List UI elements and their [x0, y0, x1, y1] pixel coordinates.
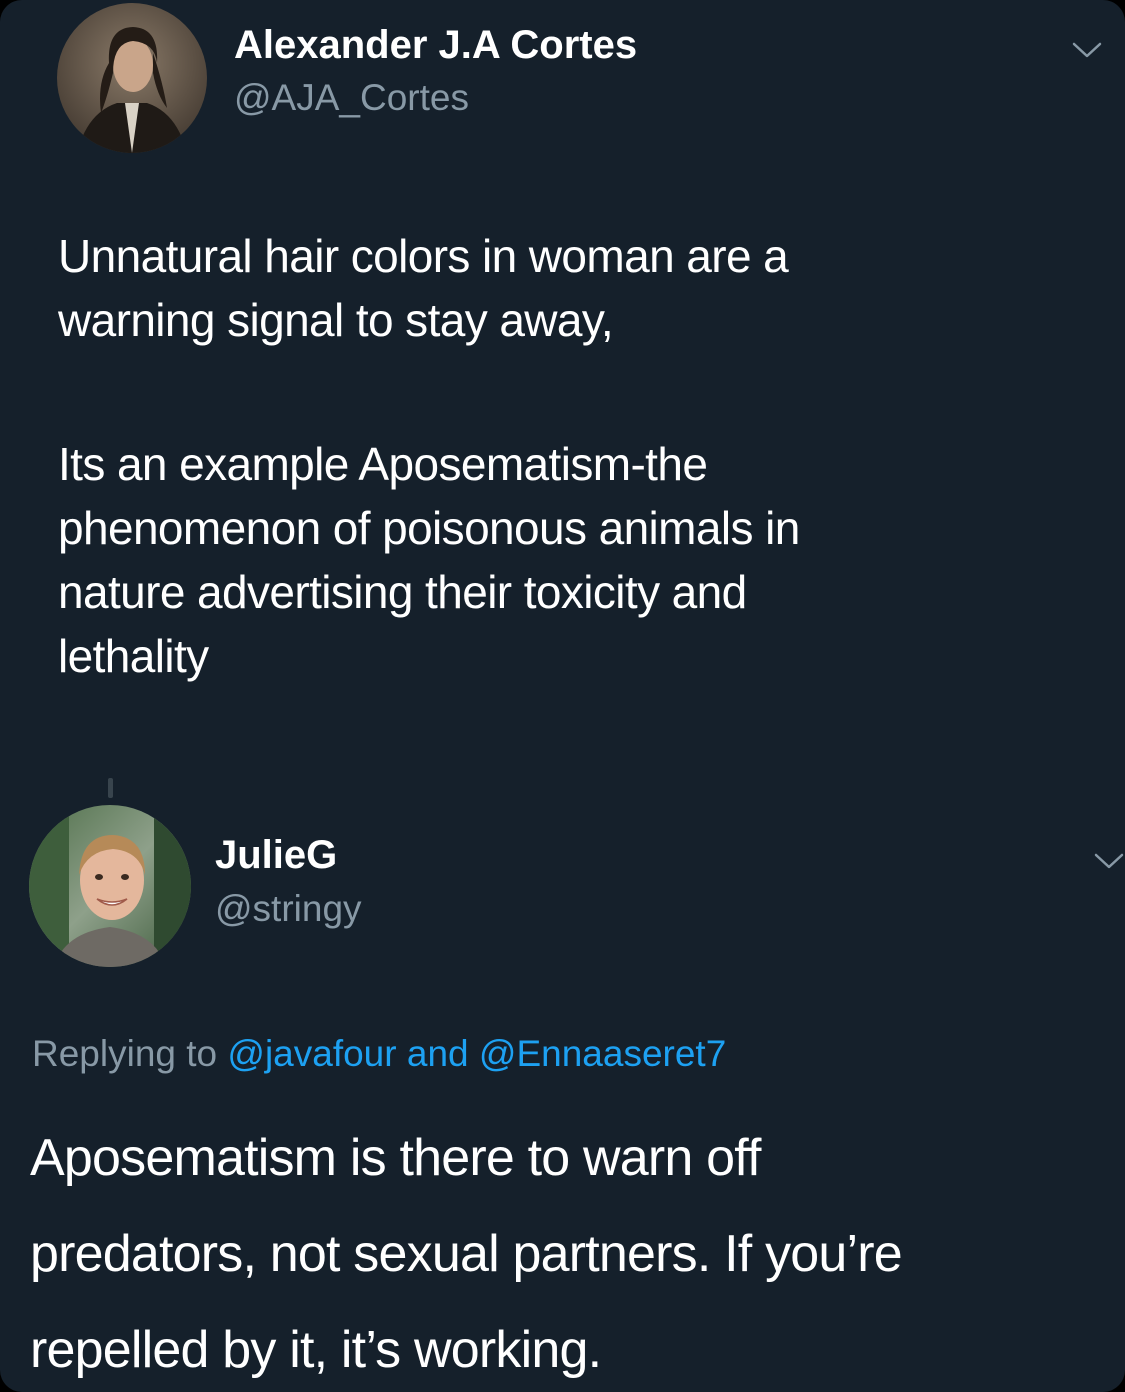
- tweet-screenshot: Alexander J.A Cortes @AJA_Cortes Unnatur…: [0, 0, 1125, 1392]
- user-handle[interactable]: @stringy: [215, 887, 362, 931]
- avatar[interactable]: [57, 3, 207, 153]
- user-handle[interactable]: @AJA_Cortes: [234, 76, 469, 120]
- tweet-text: Aposematism is there to warn off predato…: [30, 1129, 903, 1379]
- tweet-text-paragraph: Unnatural hair colors in woman are a war…: [58, 230, 789, 346]
- chevron-down-icon[interactable]: [1070, 38, 1104, 62]
- original-tweet: Alexander J.A Cortes @AJA_Cortes Unnatur…: [0, 0, 1125, 780]
- avatar[interactable]: [29, 805, 191, 967]
- display-name[interactable]: JulieG: [215, 832, 337, 878]
- replying-joiner: and: [396, 1033, 479, 1074]
- mention-link[interactable]: @Ennaaseret7: [479, 1033, 726, 1074]
- replying-to-label: Replying to: [32, 1033, 228, 1074]
- profile-photo-icon: [57, 3, 207, 153]
- chevron-down-icon[interactable]: [1092, 849, 1125, 873]
- reply-tweet: JulieG @stringy Replying to @javafour an…: [0, 780, 1125, 1392]
- profile-photo-icon: [29, 805, 191, 967]
- replying-to-line: Replying to @javafour and @Ennaaseret7: [32, 1032, 726, 1076]
- tweet-text-paragraph: Its an example Aposematism-the phenomeno…: [58, 438, 800, 682]
- mention-link[interactable]: @javafour: [227, 1033, 396, 1074]
- display-name[interactable]: Alexander J.A Cortes: [234, 22, 637, 68]
